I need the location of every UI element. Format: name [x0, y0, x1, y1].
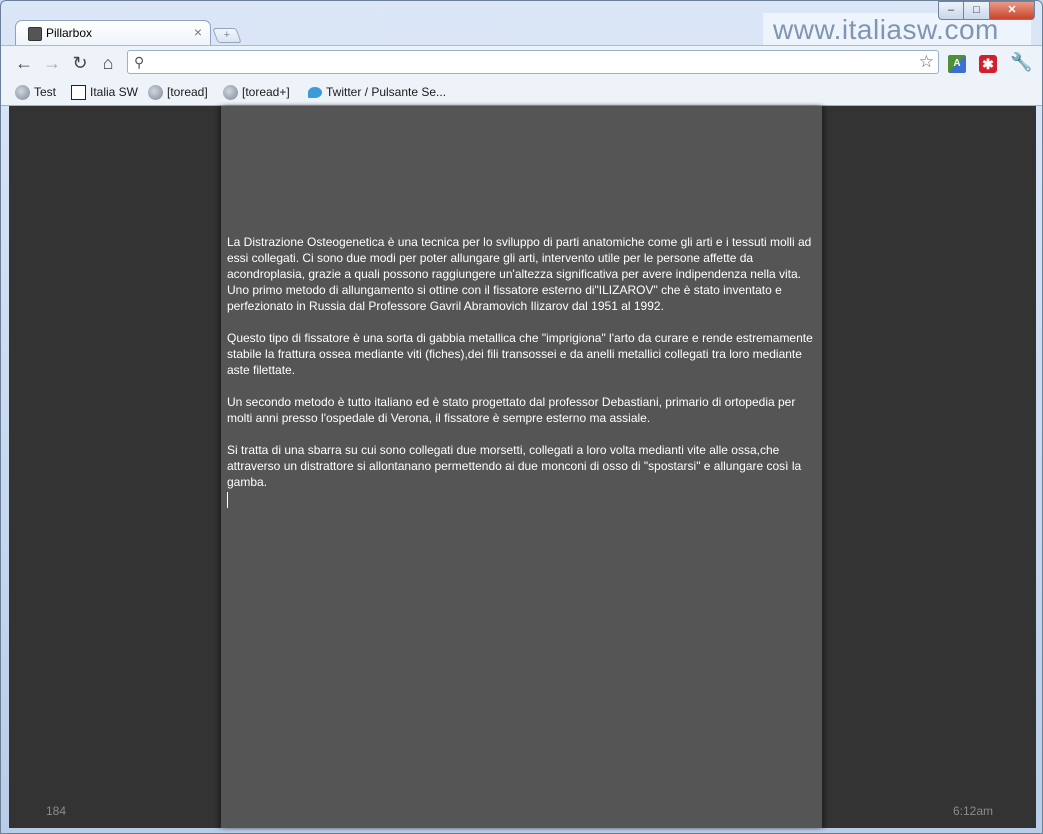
- bookmark-test[interactable]: Test: [15, 83, 56, 101]
- paragraph: Un secondo metodo è tutto italiano ed è …: [227, 395, 796, 425]
- bookmark-label: [toread]: [167, 85, 208, 99]
- translate-extension-icon[interactable]: A: [948, 55, 966, 73]
- browser-window: Pillarbox × + www.italiasw.com – □ ✕ ← →…: [0, 0, 1043, 834]
- text-cursor: [227, 492, 228, 508]
- paragraph: La Distrazione Osteogenetica è una tecni…: [227, 235, 812, 313]
- reload-button[interactable]: ↻: [69, 53, 91, 73]
- bookmark-toread[interactable]: [toread]: [148, 83, 208, 101]
- bookmark-italia-sw[interactable]: Italia SW: [71, 83, 138, 101]
- bookmark-label: Italia SW: [90, 85, 139, 99]
- globe-icon: [15, 85, 30, 101]
- tab-pillarbox[interactable]: Pillarbox ×: [15, 20, 211, 46]
- tab-close-icon[interactable]: ×: [194, 24, 202, 40]
- search-icon: ⚲: [134, 54, 145, 70]
- star-icon[interactable]: ☆: [919, 52, 934, 72]
- navigation-toolbar: ← → ↻ ⌂ ⚲ ☆ A ✱ 🔧: [1, 45, 1042, 80]
- bookmark-toread-plus[interactable]: [toread+]: [223, 83, 290, 101]
- bookmark-label: Test: [34, 85, 57, 99]
- document-text[interactable]: La Distrazione Osteogenetica è una tecni…: [227, 234, 813, 508]
- bookmark-twitter[interactable]: Twitter / Pulsante Se...: [308, 83, 446, 101]
- writing-column[interactable]: La Distrazione Osteogenetica è una tecni…: [221, 106, 822, 828]
- paragraph: Si tratta di una sbarra su cui sono coll…: [227, 443, 802, 489]
- wrench-icon[interactable]: 🔧: [1010, 52, 1032, 73]
- tab-title: Pillarbox: [46, 26, 93, 40]
- bookmark-label: [toread+]: [242, 85, 290, 99]
- clock: 6:12am: [953, 804, 994, 818]
- home-button[interactable]: ⌂: [97, 53, 119, 73]
- page-viewport: La Distrazione Osteogenetica è una tecni…: [9, 106, 1036, 828]
- address-bar[interactable]: ⚲ ☆: [127, 50, 939, 74]
- close-window-button[interactable]: ✕: [989, 1, 1035, 20]
- twitter-bird-icon: [308, 87, 322, 99]
- globe-icon: [223, 85, 238, 101]
- title-bar: Pillarbox × + www.italiasw.com – □ ✕: [1, 1, 1042, 47]
- paragraph: Questo tipo di fissatore è una sorta di …: [227, 331, 813, 377]
- pillarbox-favicon-icon: [28, 27, 42, 41]
- word-count: 184: [46, 804, 67, 818]
- plus-icon: +: [223, 29, 231, 41]
- maximize-button[interactable]: □: [963, 1, 990, 20]
- bookmark-label: Twitter / Pulsante Se...: [326, 85, 447, 99]
- bookmarks-bar: Test Italia SW [toread] [toread+] Twitte…: [1, 79, 1042, 106]
- globe-icon: [148, 85, 163, 101]
- forward-button[interactable]: →: [41, 53, 63, 73]
- minimize-button[interactable]: –: [938, 1, 964, 20]
- new-tab-button[interactable]: +: [212, 28, 242, 43]
- italiasw-icon: [71, 85, 86, 101]
- red-extension-icon[interactable]: ✱: [979, 55, 997, 73]
- back-button[interactable]: ←: [13, 53, 35, 73]
